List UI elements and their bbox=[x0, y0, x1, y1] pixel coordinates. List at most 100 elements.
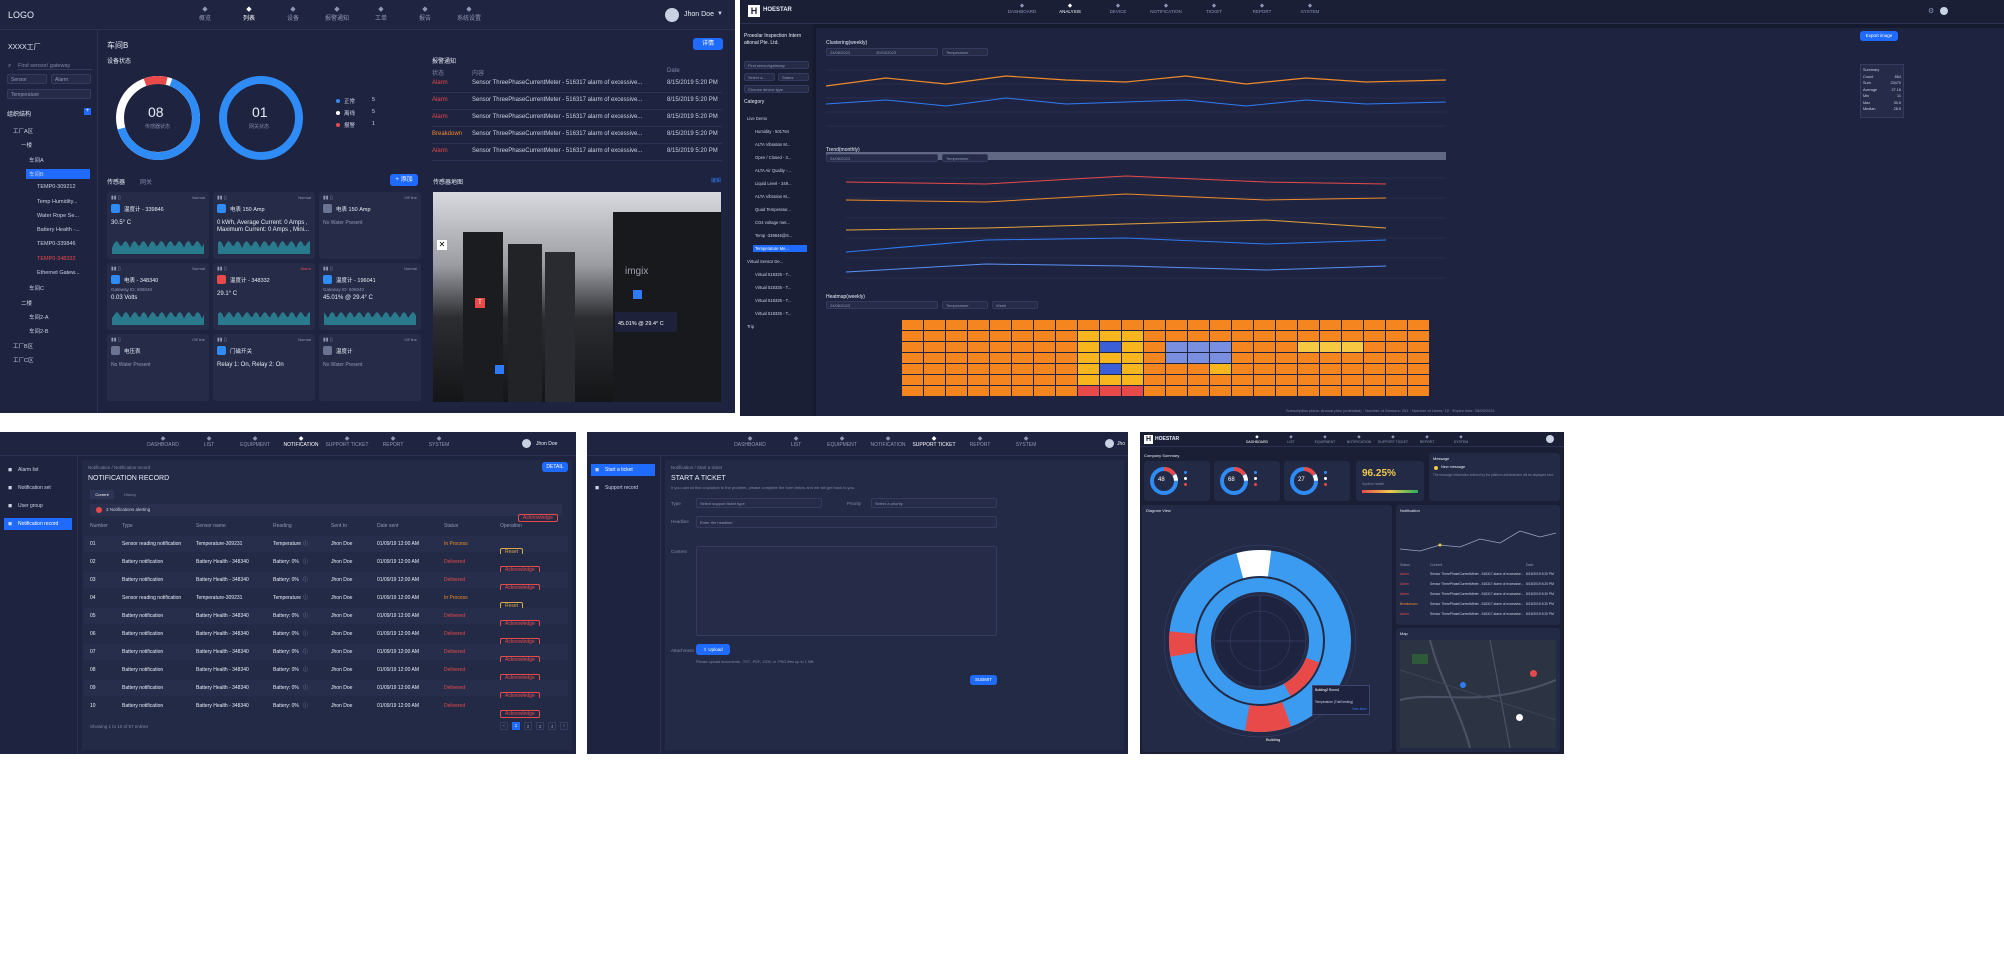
avatar[interactable] bbox=[665, 8, 679, 22]
page-button[interactable]: 1 bbox=[512, 722, 520, 730]
tree-item[interactable]: TEMP0-339846 bbox=[34, 240, 79, 248]
tree-item[interactable]: 车间A bbox=[26, 155, 47, 165]
nav-item-4[interactable]: ◆ TICKET bbox=[1190, 3, 1238, 14]
nav-item-4[interactable]: ◆ SUPPORT TICKET bbox=[911, 435, 957, 448]
table-row[interactable]: 03 Battery notification Battery Health - 3… bbox=[84, 572, 568, 592]
chevron-down-icon[interactable]: ▼ bbox=[717, 11, 723, 17]
sensor-card[interactable]: ▮▮ ▯ Normal 温度计 - 339846 30.5° C bbox=[107, 192, 209, 259]
priority-select[interactable]: Select a priority bbox=[871, 498, 997, 508]
sidebar-item[interactable]: ◼ Support record bbox=[591, 482, 655, 494]
nav-item-5[interactable]: ◆ REPORT bbox=[1238, 3, 1286, 14]
sidebar-item[interactable]: ◼ Alarm list bbox=[4, 464, 72, 476]
alarm-content[interactable]: Sensor ThreePhaseCurrentMeter - 516317 a… bbox=[472, 148, 642, 154]
tree-item[interactable]: Virtual 518335 - T... bbox=[753, 284, 793, 291]
prev-page-icon[interactable]: ‹ bbox=[500, 722, 508, 730]
tree-item[interactable]: TEMP0-348332 bbox=[34, 255, 79, 263]
map-pin-icon[interactable] bbox=[1516, 714, 1523, 721]
tab-current[interactable]: Current bbox=[90, 490, 114, 499]
sensor-card[interactable]: ▮▮ ▯ Normal 电表 150 Amp 0 kWh, Average Curre… bbox=[213, 192, 315, 259]
notif-content[interactable]: Sensor ThreePhaseCurrentMeter - 516317 a… bbox=[1430, 582, 1524, 586]
nav-item-3[interactable]: ◆ 报警通知 bbox=[315, 5, 359, 22]
tree-item[interactable]: Battery Health -... bbox=[34, 226, 83, 234]
notif-content[interactable]: Sensor ThreePhaseCurrentMeter - 516317 a… bbox=[1430, 602, 1524, 606]
tree-item[interactable]: TEMP0-309212 bbox=[34, 183, 79, 191]
user-name[interactable]: Jhon Doe bbox=[536, 441, 557, 447]
tree-item[interactable]: Virtual 518335 - T... bbox=[753, 310, 793, 317]
tree-item[interactable]: 二楼 bbox=[18, 298, 35, 308]
nav-item-4[interactable]: ◆ SUPPORT TICKET bbox=[324, 435, 370, 448]
trend-date-range[interactable]: 24/08/2023 bbox=[826, 154, 938, 162]
map-marker-icon[interactable]: ✕ bbox=[437, 240, 447, 250]
tree-item[interactable]: Water Rope Se... bbox=[34, 212, 82, 220]
tree-item[interactable]: 车间2-A bbox=[26, 312, 52, 322]
nav-item-2[interactable]: ◆ EQUIPMENT bbox=[1308, 434, 1342, 444]
popup-link[interactable]: View More bbox=[1315, 707, 1367, 711]
tree-item[interactable]: Virtual 518335 - T... bbox=[753, 297, 793, 304]
alarm-content[interactable]: Sensor ThreePhaseCurrentMeter - 516317 a… bbox=[472, 97, 642, 103]
submit-button[interactable]: SUBMIT bbox=[970, 675, 997, 685]
nav-item-5[interactable]: ◆ REPORT bbox=[1410, 434, 1444, 444]
table-row[interactable]: 09 Battery notification Battery Health - 3… bbox=[84, 680, 568, 700]
nav-item-6[interactable]: ◆ SYSTEM bbox=[416, 435, 462, 448]
sidebar-item[interactable]: ◼ Notification set bbox=[4, 482, 72, 494]
user-name[interactable]: Jhon Doe bbox=[684, 11, 714, 18]
avatar[interactable] bbox=[1105, 439, 1114, 448]
tree-item[interactable]: 工厂B区 bbox=[10, 341, 36, 351]
tree-item[interactable]: ALTA Air Quality -... bbox=[753, 167, 793, 174]
sensor-card[interactable]: ▮▮ ▯ Normal 温度计 - 196041 Gateway ID: 606040… bbox=[319, 263, 421, 330]
alarm-content[interactable]: Sensor ThreePhaseCurrentMeter - 516317 a… bbox=[472, 131, 642, 137]
status-filter[interactable]: Status bbox=[778, 73, 809, 81]
upload-button[interactable]: ⇪ Upload bbox=[696, 644, 730, 655]
nav-item-2[interactable]: ◆ EQUIPMENT bbox=[232, 435, 278, 448]
tree-item[interactable]: Quad Temperatur... bbox=[753, 206, 793, 213]
alarm-select[interactable]: Alarm bbox=[51, 74, 91, 84]
nav-item-1[interactable]: ◆ LIST bbox=[186, 435, 232, 448]
notif-content[interactable]: Sensor ThreePhaseCurrentMeter - 516317 a… bbox=[1430, 572, 1524, 576]
nav-item-2[interactable]: ◆ DEVICE bbox=[1094, 3, 1142, 14]
sensor-card[interactable]: ▮▮ ▯ Off line 电压表 No Water Present bbox=[107, 334, 209, 401]
sensor-card[interactable]: ▮▮ ▯ Off line 电表 150 Amp No Water Present bbox=[319, 192, 421, 259]
tree-item[interactable]: Liquid Level - 249... bbox=[753, 180, 794, 187]
tree-item[interactable]: Temp Humidity... bbox=[34, 198, 81, 206]
nav-item-0[interactable]: ◆ 概览 bbox=[183, 5, 227, 22]
nav-item-4[interactable]: ◆ 工单 bbox=[359, 5, 403, 22]
nav-item-6[interactable]: ◆ 系统设置 bbox=[447, 5, 491, 22]
table-row[interactable]: 07 Battery notification Battery Health - 3… bbox=[84, 644, 568, 664]
tree-item[interactable]: ALTA Vibration M... bbox=[753, 193, 792, 200]
nav-item-6[interactable]: ◆ SYSTEM bbox=[1003, 435, 1049, 448]
avatar[interactable] bbox=[522, 439, 531, 448]
sensor-card[interactable]: ▮▮ ▯ Alarm 温度计 - 348332 29.1° C bbox=[213, 263, 315, 330]
next-page-icon[interactable]: › bbox=[560, 722, 568, 730]
tree-item[interactable]: Temperature Me... bbox=[753, 245, 807, 252]
city-map[interactable] bbox=[1400, 640, 1556, 748]
acknowledge-all-button[interactable]: Acknowledge bbox=[518, 506, 558, 524]
nav-item-5[interactable]: ◆ 报告 bbox=[403, 5, 447, 22]
nav-item-0[interactable]: ◆ DASHBOARD bbox=[727, 435, 773, 448]
metric-select[interactable]: Temperature bbox=[942, 48, 988, 56]
detail-button[interactable]: DETAIL bbox=[542, 462, 568, 472]
nav-item-1[interactable]: ◆ LIST bbox=[1274, 434, 1308, 444]
tree-item[interactable]: Virtual Sensor De... bbox=[745, 258, 785, 265]
select-filter[interactable]: Select a... bbox=[744, 73, 775, 81]
tree-item[interactable]: Temp -339846@S... bbox=[753, 232, 794, 239]
user-name[interactable]: Jho bbox=[1117, 441, 1125, 447]
nav-item-1[interactable]: ◆ LIST bbox=[773, 435, 819, 448]
nav-item-3[interactable]: ◆ NOTIFICATION bbox=[1342, 434, 1376, 444]
map-pin-icon[interactable] bbox=[1460, 682, 1466, 688]
detail-button[interactable]: 详情 bbox=[693, 38, 723, 50]
heatmap-metric-select[interactable]: Temperature bbox=[942, 301, 988, 309]
nav-item-5[interactable]: ◆ REPORT bbox=[957, 435, 1003, 448]
page-button[interactable]: 2 bbox=[524, 722, 532, 730]
table-row[interactable]: 08 Battery notification Battery Health - 3… bbox=[84, 662, 568, 682]
tree-item[interactable]: Live Demo bbox=[745, 115, 769, 122]
table-row[interactable]: 10 Battery notification Battery Health - 3… bbox=[84, 698, 568, 718]
alarm-content[interactable]: Sensor ThreePhaseCurrentMeter - 516317 a… bbox=[472, 114, 642, 120]
tree-item[interactable]: Ethernet Gatew... bbox=[34, 269, 83, 277]
nav-item-0[interactable]: ◆ DASHBOARD bbox=[998, 3, 1046, 14]
tree-item[interactable]: 工厂C区 bbox=[10, 355, 36, 365]
tab-sensors[interactable]: 传感器 bbox=[107, 177, 125, 186]
tree-item[interactable]: 工厂A区 bbox=[10, 126, 36, 136]
tab-gateways[interactable]: 网关 bbox=[140, 177, 152, 186]
map-edit-link[interactable]: 编辑 bbox=[711, 177, 721, 184]
nav-item-0[interactable]: ◆ DASHBOARD bbox=[140, 435, 186, 448]
